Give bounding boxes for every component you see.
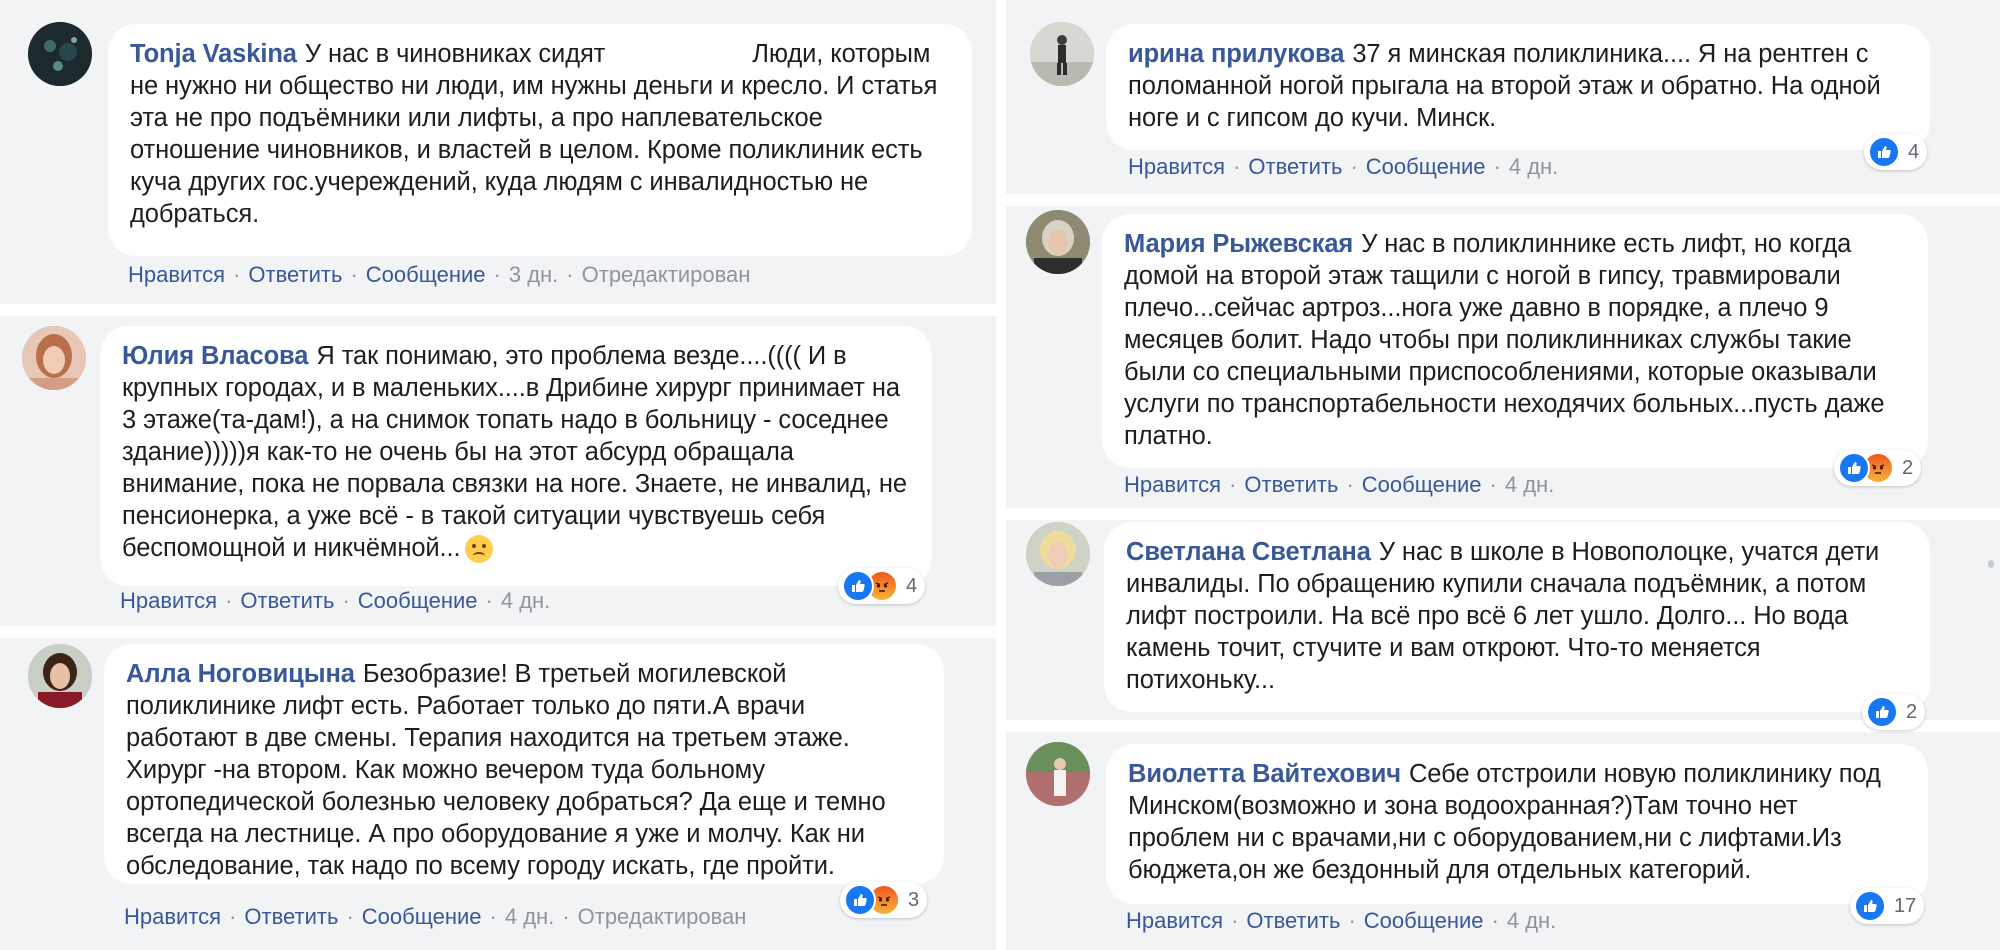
message-button[interactable]: Сообщение bbox=[1366, 154, 1486, 179]
comment-bubble: Светлана Светлана У нас в школе в Новопол… bbox=[1104, 522, 1930, 712]
reactions-summary[interactable]: 17 bbox=[1850, 888, 1925, 924]
column-divider bbox=[996, 0, 1006, 950]
comment-bubble: Мария Рыжевская У нас в поликлиннике есть… bbox=[1102, 214, 1928, 468]
edited-label[interactable]: Отредактирован bbox=[578, 904, 747, 929]
like-button[interactable]: Нравится bbox=[120, 588, 217, 613]
avatar[interactable] bbox=[1030, 22, 1094, 86]
comment-time[interactable]: 4 дн. bbox=[1509, 154, 1558, 179]
like-reaction-icon bbox=[844, 884, 876, 916]
comment-text-prefix: У нас в чиновниках сидят bbox=[304, 40, 606, 68]
section-divider bbox=[1006, 720, 2000, 732]
reply-button[interactable]: Ответить bbox=[1246, 908, 1340, 933]
like-reaction-icon bbox=[1868, 136, 1900, 168]
reply-button[interactable]: Ответить bbox=[1244, 472, 1338, 497]
reactions-summary[interactable]: 4 bbox=[838, 568, 926, 604]
comment-actions: Нравится · Ответить · Сообщение · 3 дн. · Отреда… bbox=[128, 262, 751, 287]
comment-bubble: Виолетта Вайтехович Себе отстроили новую … bbox=[1106, 744, 1928, 904]
avatar[interactable] bbox=[28, 644, 92, 708]
edited-label[interactable]: Отредактирован bbox=[582, 262, 751, 287]
reactions-summary[interactable]: 3 bbox=[840, 882, 928, 918]
comment-time[interactable]: 4 дн. bbox=[1505, 472, 1554, 497]
like-button[interactable]: Нравится bbox=[1126, 908, 1223, 933]
avatar[interactable] bbox=[1026, 210, 1090, 274]
avatar[interactable] bbox=[1026, 742, 1090, 806]
like-reaction-icon bbox=[1854, 890, 1886, 922]
comment-author[interactable]: Светлана Светлана bbox=[1126, 538, 1371, 566]
comment-time[interactable]: 4 дн. bbox=[1507, 908, 1556, 933]
like-button[interactable]: Нравится bbox=[1124, 472, 1221, 497]
reaction-count: 17 bbox=[1894, 894, 1917, 917]
comment-text: Я так понимаю, это проблема везде....(((… bbox=[122, 342, 907, 562]
reactions-summary[interactable]: 2 bbox=[1862, 694, 1926, 730]
comment-bubble: Tonja Vaskina У нас в чиновниках сидят Лю… bbox=[108, 24, 972, 256]
comment-actions: Нравится · Ответить · Сообщение · 4 дн. · Отреда… bbox=[124, 904, 747, 929]
section-divider bbox=[1006, 194, 2000, 206]
avatar[interactable] bbox=[28, 22, 92, 86]
comment-bubble: Алла Ноговицына Безобразие! В третьей мог… bbox=[104, 644, 944, 884]
comment-author[interactable]: Алла Ноговицына bbox=[126, 660, 355, 688]
like-button[interactable]: Нравится bbox=[1128, 154, 1225, 179]
comment-author[interactable]: Мария Рыжевская bbox=[1124, 230, 1353, 258]
avatar[interactable] bbox=[22, 326, 86, 390]
like-button[interactable]: Нравится bbox=[124, 904, 221, 929]
sad-emoji-icon bbox=[464, 535, 493, 564]
section-divider bbox=[1006, 508, 2000, 520]
comment-text: У нас в поликлиннике есть лифт, но когда… bbox=[1124, 230, 1885, 450]
comment-text: Безобразие! В третьей могилевской поликл… bbox=[126, 660, 886, 880]
message-button[interactable]: Сообщение bbox=[1364, 908, 1484, 933]
message-button[interactable]: Сообщение bbox=[366, 262, 486, 287]
comment-author[interactable]: ирина прилукова bbox=[1128, 40, 1344, 68]
comment-time[interactable]: 4 дн. bbox=[505, 904, 554, 929]
comment-actions: Нравится · Ответить · Сообщение · 4 дн. bbox=[1128, 154, 1559, 179]
reaction-count: 2 bbox=[1906, 700, 1918, 723]
comment-author[interactable]: Tonja Vaskina bbox=[130, 40, 297, 68]
reaction-count: 4 bbox=[906, 574, 918, 597]
reaction-count: 3 bbox=[908, 888, 920, 911]
comment-time[interactable]: 4 дн. bbox=[501, 588, 550, 613]
like-button[interactable]: Нравится bbox=[128, 262, 225, 287]
reply-button[interactable]: Ответить bbox=[244, 904, 338, 929]
message-button[interactable]: Сообщение bbox=[358, 588, 478, 613]
like-reaction-icon bbox=[1838, 452, 1870, 484]
comment-bubble: ирина прилукова 37 я минская поликлиника.… bbox=[1106, 24, 1930, 150]
comment-author[interactable]: Юлия Власова bbox=[122, 342, 308, 370]
comment-actions: Нравится · Ответить · Сообщение · 4 дн. bbox=[1124, 472, 1555, 497]
reactions-summary[interactable]: 4 bbox=[1864, 134, 1928, 170]
avatar[interactable] bbox=[1026, 522, 1090, 586]
section-divider bbox=[0, 626, 996, 638]
reaction-count: 4 bbox=[1908, 140, 1920, 163]
comment-actions: Нравится · Ответить · Сообщение · 4 дн. bbox=[1126, 908, 1557, 933]
like-reaction-icon bbox=[1866, 696, 1898, 728]
reply-button[interactable]: Ответить bbox=[240, 588, 334, 613]
comment-time[interactable]: 3 дн. bbox=[509, 262, 558, 287]
reaction-count: 2 bbox=[1902, 456, 1914, 479]
reply-button[interactable]: Ответить bbox=[248, 262, 342, 287]
reply-button[interactable]: Ответить bbox=[1248, 154, 1342, 179]
redacted-gap bbox=[605, 42, 745, 62]
reactions-summary[interactable]: 2 bbox=[1834, 450, 1922, 486]
comment-actions: Нравится · Ответить · Сообщение · 4 дн. bbox=[120, 588, 551, 613]
comment-author[interactable]: Виолетта Вайтехович bbox=[1128, 760, 1401, 788]
comment-text: Люди, которым не нужно ни общество ни лю… bbox=[130, 40, 938, 228]
comment-bubble: Юлия Власова Я так понимаю, это проблема … bbox=[100, 326, 932, 586]
message-button[interactable]: Сообщение bbox=[1362, 472, 1482, 497]
like-reaction-icon bbox=[842, 570, 874, 602]
scrollbar[interactable] bbox=[1988, 560, 1994, 568]
section-divider bbox=[0, 304, 996, 316]
message-button[interactable]: Сообщение bbox=[362, 904, 482, 929]
